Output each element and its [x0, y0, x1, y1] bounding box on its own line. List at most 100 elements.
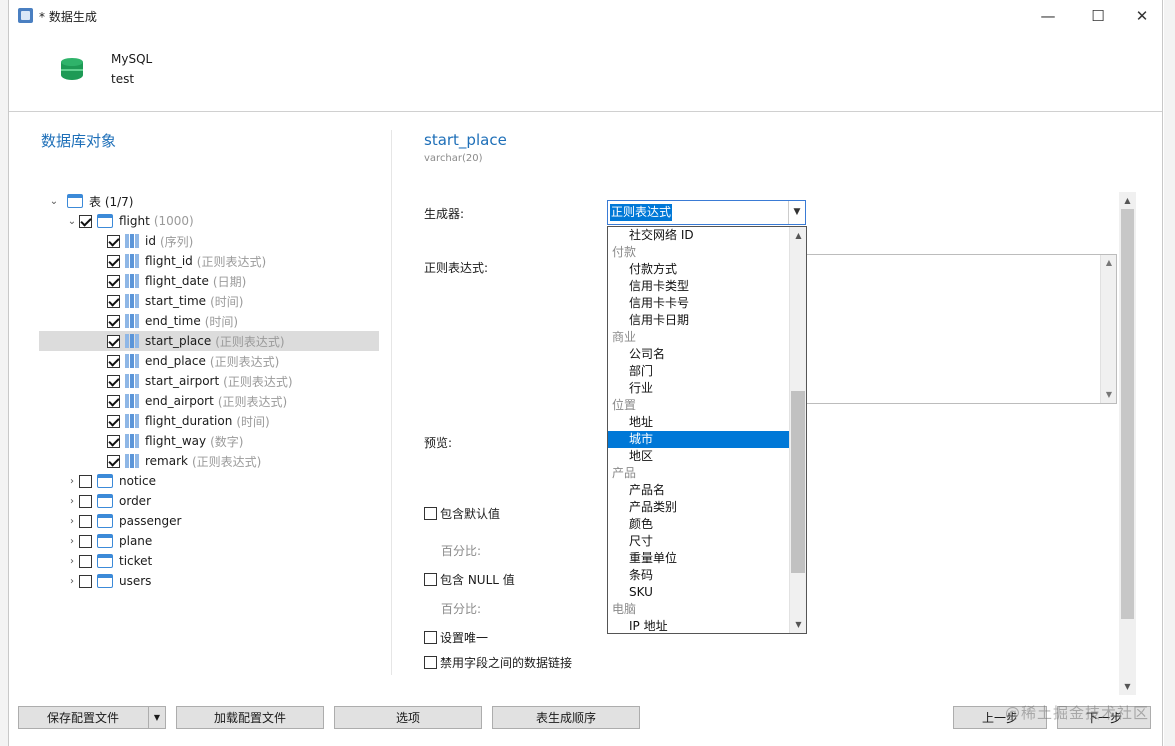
tree-row[interactable]: start_airport (正则表达式) [39, 371, 379, 391]
include-null-checkbox[interactable]: 包含 NULL 值 [424, 571, 515, 588]
tree-checkbox[interactable] [107, 234, 120, 248]
tree-checkbox[interactable] [107, 354, 120, 368]
tree-row[interactable]: start_time (时间) [39, 291, 379, 311]
main-scrollbar[interactable]: ▲ ▼ [1119, 192, 1136, 695]
scroll-down-icon[interactable]: ▼ [1119, 678, 1136, 695]
dropdown-option[interactable]: 重量单位 [608, 550, 790, 567]
tree-checkbox[interactable] [79, 474, 92, 488]
tree-row[interactable]: flight_duration (时间) [39, 411, 379, 431]
tree-checkbox[interactable] [107, 394, 120, 408]
tree-row[interactable]: end_time (时间) [39, 311, 379, 331]
chevron-right-icon[interactable]: › [65, 576, 79, 587]
tree-checkbox[interactable] [107, 434, 120, 448]
include-default-checkbox[interactable]: 包含默认值 [424, 505, 500, 522]
tree-row[interactable]: ⌄ flight (1000) [39, 211, 379, 231]
dropdown-option[interactable]: 颜色 [608, 516, 790, 533]
regex-scrollbar[interactable]: ▲ ▼ [1100, 255, 1116, 403]
tree-row[interactable]: › notice [39, 471, 379, 491]
dropdown-option[interactable]: 信用卡日期 [608, 312, 790, 329]
chevron-right-icon[interactable]: › [65, 476, 79, 487]
checkbox-icon[interactable] [424, 573, 437, 586]
tree-row[interactable]: remark (正则表达式) [39, 451, 379, 471]
minimize-button[interactable]: — [1025, 0, 1071, 32]
dropdown-scroll-thumb[interactable] [791, 391, 805, 573]
scroll-up-icon[interactable]: ▲ [790, 227, 806, 244]
tree-row[interactable]: ⌄ 表 (1/7) [39, 191, 379, 211]
tree-checkbox[interactable] [79, 554, 92, 568]
table-icon [97, 554, 113, 568]
tree-checkbox[interactable] [107, 414, 120, 428]
tree-checkbox[interactable] [107, 254, 120, 268]
scroll-up-icon[interactable]: ▲ [1101, 255, 1117, 271]
scroll-down-icon[interactable]: ▼ [790, 616, 806, 633]
maximize-button[interactable]: ☐ [1075, 0, 1121, 32]
tree-row[interactable]: › ticket [39, 551, 379, 571]
load-config-button[interactable]: 加载配置文件 [176, 706, 324, 729]
tree-row[interactable]: id (序列) [39, 231, 379, 251]
tree-row[interactable]: flight_id (正则表达式) [39, 251, 379, 271]
dropdown-option[interactable]: 条码 [608, 567, 790, 584]
regex-input[interactable]: ▲ ▼ [799, 254, 1117, 404]
tree-row[interactable]: end_place (正则表达式) [39, 351, 379, 371]
dropdown-option[interactable]: 产品名 [608, 482, 790, 499]
tree-checkbox[interactable] [107, 334, 120, 348]
dropdown-option[interactable]: 部门 [608, 363, 790, 380]
scroll-thumb[interactable] [1121, 209, 1134, 619]
disable-link-checkbox[interactable]: 禁用字段之间的数据链接 [424, 654, 572, 671]
chevron-down-icon[interactable]: ▼ [148, 707, 165, 728]
dropdown-option[interactable]: SKU [608, 584, 790, 601]
checkbox-icon[interactable] [424, 656, 437, 669]
scroll-up-icon[interactable]: ▲ [1119, 192, 1136, 209]
dropdown-option[interactable]: 公司名 [608, 346, 790, 363]
dropdown-option[interactable]: 行业 [608, 380, 790, 397]
generator-select[interactable]: 正则表达式 ▼ [607, 200, 806, 225]
dropdown-option[interactable]: 产品类别 [608, 499, 790, 516]
table-order-button[interactable]: 表生成顺序 [492, 706, 640, 729]
tree-checkbox[interactable] [107, 374, 120, 388]
tree-row[interactable]: › plane [39, 531, 379, 551]
close-button[interactable]: ✕ [1119, 0, 1165, 32]
tree-item-hint: (正则表达式) [191, 454, 262, 469]
dropdown-option[interactable]: 社交网络 ID [608, 227, 790, 244]
tree-checkbox[interactable] [107, 454, 120, 468]
dropdown-scrollbar[interactable]: ▲ ▼ [789, 227, 806, 633]
tree-row[interactable]: › passenger [39, 511, 379, 531]
chevron-right-icon[interactable]: › [65, 536, 79, 547]
chevron-right-icon[interactable]: › [65, 516, 79, 527]
tree-row[interactable]: start_place (正则表达式) [39, 331, 379, 351]
checkbox-icon[interactable] [424, 507, 437, 520]
dropdown-option[interactable]: 信用卡类型 [608, 278, 790, 295]
tree-checkbox[interactable] [79, 534, 92, 548]
tree-checkbox[interactable] [79, 574, 92, 588]
dropdown-option[interactable]: 信用卡卡号 [608, 295, 790, 312]
dropdown-option[interactable]: 城市 [608, 431, 790, 448]
chevron-right-icon[interactable]: › [65, 496, 79, 507]
watermark: @稀土掘金技术社区 [1005, 704, 1150, 722]
generator-dropdown-list[interactable]: IP 地址 电脑 SKU 条码 重量单位 尺寸 颜色 产品类别 产品名 产品 地区 城市 地址 位置 行业部… [607, 226, 807, 634]
dropdown-option[interactable]: 尺寸 [608, 533, 790, 550]
scroll-down-icon[interactable]: ▼ [1101, 387, 1117, 403]
tree-row[interactable]: › users [39, 571, 379, 591]
tree-checkbox[interactable] [79, 514, 92, 528]
dropdown-option[interactable]: 付款方式 [608, 261, 790, 278]
tree-row[interactable]: flight_way (数字) [39, 431, 379, 451]
tree-row[interactable]: › order [39, 491, 379, 511]
tree-checkbox[interactable] [107, 314, 120, 328]
chevron-down-icon[interactable]: ▼ [788, 201, 805, 224]
dropdown-option[interactable]: 地区 [608, 448, 790, 465]
tree-checkbox[interactable] [79, 214, 92, 228]
tree-row[interactable]: flight_date (日期) [39, 271, 379, 291]
tree-row[interactable]: end_airport (正则表达式) [39, 391, 379, 411]
set-unique-checkbox[interactable]: 设置唯一 [424, 629, 488, 646]
save-config-button[interactable]: 保存配置文件 ▼ [18, 706, 166, 729]
options-button[interactable]: 选项 [334, 706, 482, 729]
chevron-down-icon[interactable]: ⌄ [47, 196, 61, 207]
checkbox-icon[interactable] [424, 631, 437, 644]
tree-checkbox[interactable] [107, 274, 120, 288]
chevron-down-icon[interactable]: ⌄ [65, 216, 79, 227]
tree-checkbox[interactable] [79, 494, 92, 508]
chevron-right-icon[interactable]: › [65, 556, 79, 567]
dropdown-option[interactable]: 地址 [608, 414, 790, 431]
dropdown-option[interactable]: IP 地址 [608, 618, 790, 633]
tree-checkbox[interactable] [107, 294, 120, 308]
